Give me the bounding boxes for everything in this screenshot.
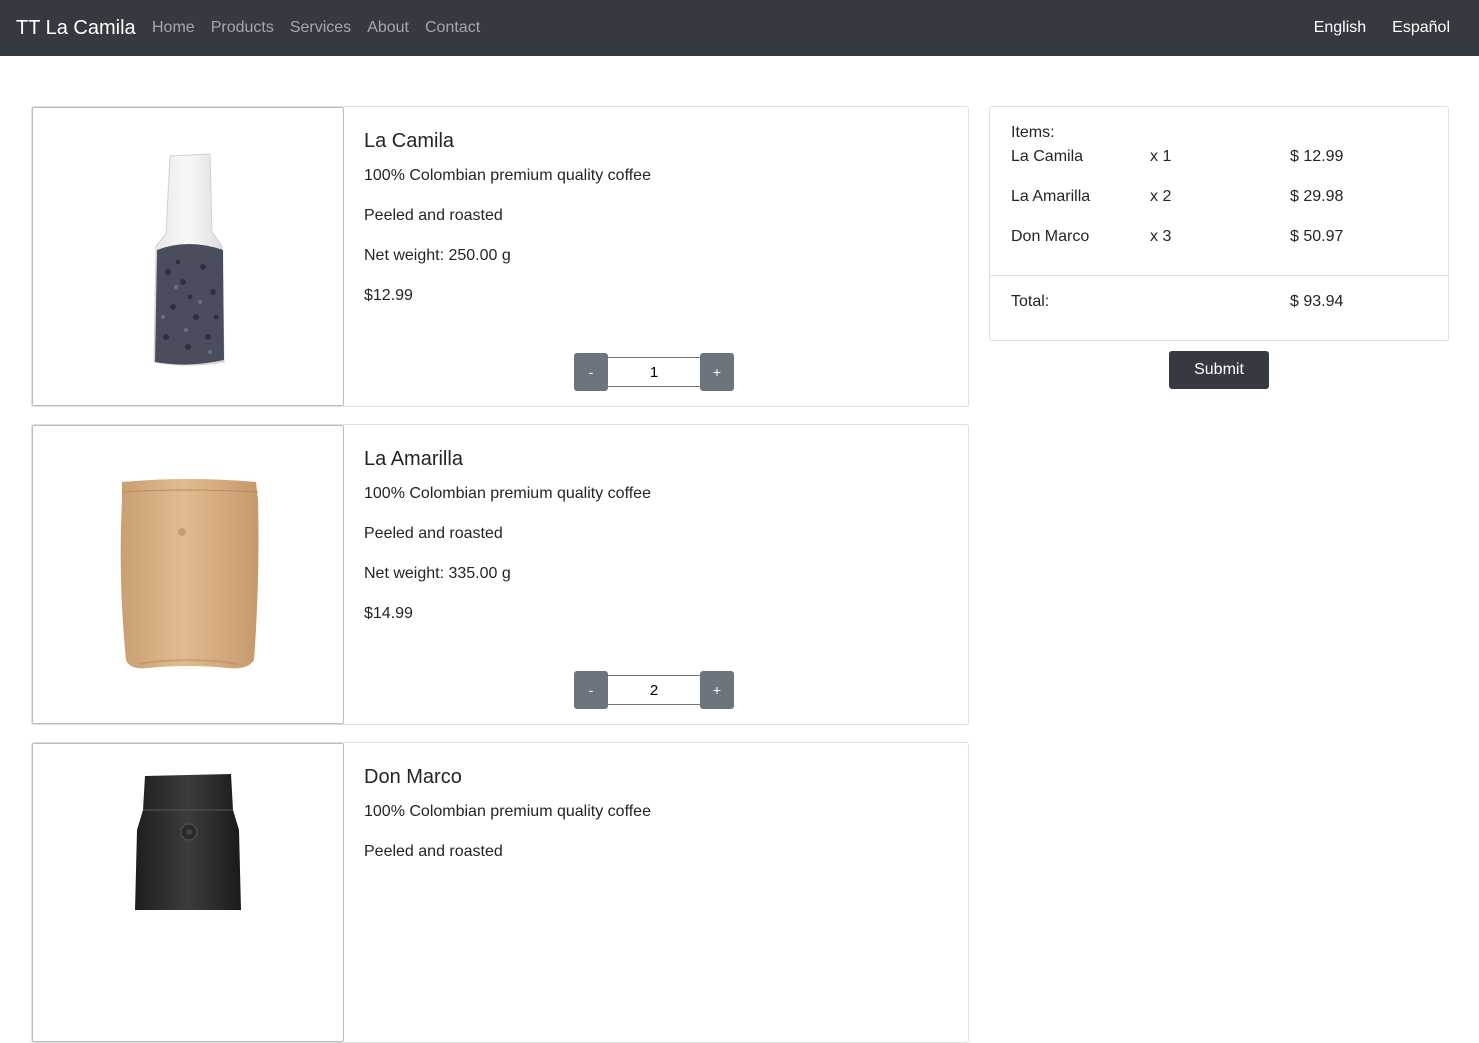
- quantity-input[interactable]: [608, 675, 700, 705]
- product-details: La Amarilla 100% Colombian premium quali…: [364, 425, 968, 724]
- summary-item-qty: x 3: [1150, 228, 1172, 245]
- summary-item-qty: x 1: [1150, 148, 1172, 165]
- product-price: $12.99: [364, 287, 413, 304]
- summary-item-name: Don Marco: [1011, 228, 1090, 245]
- summary-item-name: La Amarilla: [1011, 188, 1091, 205]
- total-label: Total:: [1011, 293, 1050, 310]
- summary-item-name: La Camila: [1011, 148, 1084, 165]
- product-weight: Net weight: 250.00 g: [364, 247, 511, 264]
- nav-about[interactable]: About: [367, 18, 409, 38]
- black-coffee-bag-icon: [135, 774, 241, 910]
- nav-products[interactable]: Products: [211, 18, 274, 38]
- summary-item-amount: $ 50.97: [1290, 228, 1344, 245]
- product-image: [32, 425, 344, 724]
- summary-item-qty: x 2: [1150, 188, 1172, 205]
- product-process: Peeled and roasted: [364, 843, 503, 860]
- brand-link[interactable]: TT La Camila: [16, 16, 136, 40]
- nav-links: Home Products Services About Contact: [152, 18, 496, 38]
- items-label: Items:: [1011, 124, 1055, 141]
- product-description: 100% Colombian premium quality coffee: [364, 803, 651, 820]
- product-process: Peeled and roasted: [364, 207, 503, 224]
- product-description: 100% Colombian premium quality coffee: [364, 485, 651, 502]
- clear-coffee-bag-icon: [153, 152, 225, 365]
- quantity-input[interactable]: [608, 357, 700, 387]
- product-price: $14.99: [364, 605, 413, 622]
- total-amount: $ 93.94: [1290, 293, 1344, 310]
- nav-home[interactable]: Home: [152, 18, 195, 38]
- order-summary: Items: La Camila x 1 $ 12.99 La Amarilla…: [989, 106, 1449, 341]
- decrement-button[interactable]: -: [574, 671, 608, 709]
- decrement-button[interactable]: -: [574, 353, 608, 391]
- quantity-stepper: - +: [574, 353, 734, 391]
- product-details: Don Marco 100% Colombian premium quality…: [364, 743, 968, 1042]
- product-image: [32, 107, 344, 406]
- submit-button[interactable]: Submit: [1169, 351, 1269, 389]
- product-name: La Amarilla: [364, 448, 463, 470]
- product-process: Peeled and roasted: [364, 525, 503, 542]
- product-card-la-amarilla: La Amarilla 100% Colombian premium quali…: [31, 424, 969, 725]
- summary-item-amount: $ 12.99: [1290, 148, 1344, 165]
- increment-button[interactable]: +: [700, 353, 734, 391]
- navbar: TT La Camila Home Products Services Abou…: [0, 0, 1479, 56]
- lang-espanol[interactable]: Español: [1392, 18, 1450, 38]
- increment-button[interactable]: +: [700, 671, 734, 709]
- product-card-don-marco: Don Marco 100% Colombian premium quality…: [31, 742, 969, 1043]
- product-description: 100% Colombian premium quality coffee: [364, 167, 651, 184]
- language-switcher: English Español: [1288, 18, 1450, 38]
- lang-english[interactable]: English: [1314, 18, 1366, 38]
- product-name: La Camila: [364, 130, 455, 152]
- summary-item-amount: $ 29.98: [1290, 188, 1344, 205]
- product-weight: Net weight: 335.00 g: [364, 565, 511, 582]
- product-image: [32, 743, 344, 1042]
- quantity-stepper: - +: [574, 671, 734, 709]
- product-details: La Camila 100% Colombian premium quality…: [364, 107, 968, 406]
- kraft-coffee-bag-icon: [120, 478, 259, 668]
- product-card-la-camila: La Camila 100% Colombian premium quality…: [31, 106, 969, 407]
- product-name: Don Marco: [364, 766, 462, 788]
- summary-divider: [990, 275, 1448, 276]
- nav-contact[interactable]: Contact: [425, 18, 480, 38]
- nav-services[interactable]: Services: [290, 18, 351, 38]
